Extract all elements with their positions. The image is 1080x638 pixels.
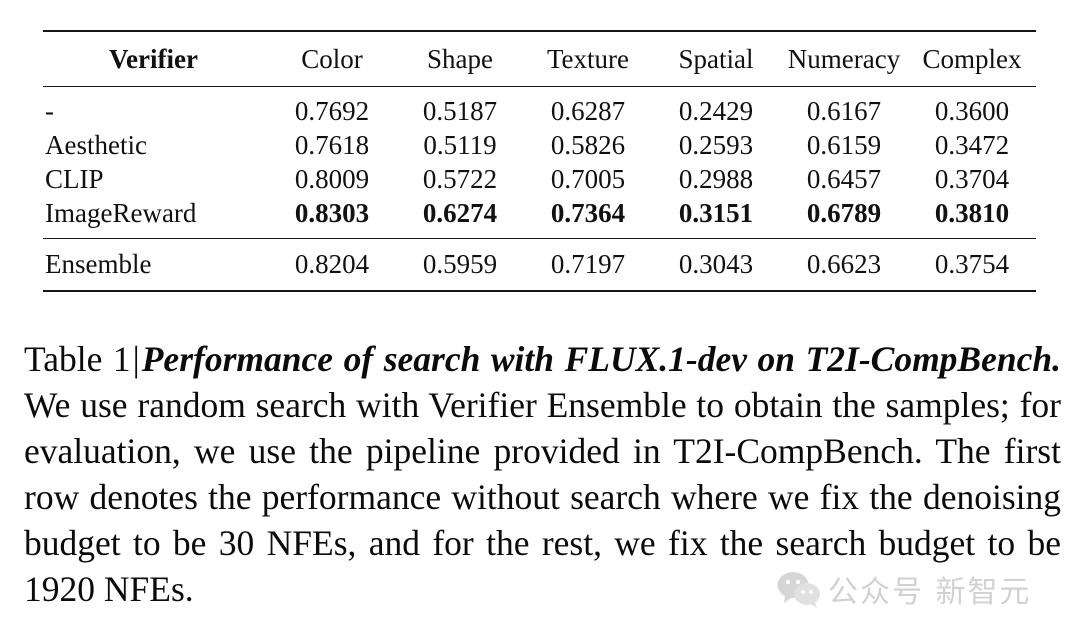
cell-texture: 0.7197 <box>550 249 626 279</box>
cell-numeracy: 0.6159 <box>806 130 882 160</box>
cell-texture: 0.5826 <box>550 130 626 160</box>
cell-color: 0.8204 <box>294 249 370 279</box>
cell-shape: 0.6274 <box>422 198 498 228</box>
cell-color: 0.8303 <box>294 198 370 228</box>
results-table: Verifier Color Shape Texture Spatial Num… <box>43 30 1036 292</box>
cell-texture: 0.6287 <box>550 96 626 126</box>
cell-verifier: - <box>45 96 54 126</box>
table-row: - 0.7692 0.5187 0.6287 0.2429 0.6167 0.3… <box>43 87 1036 129</box>
cell-complex: 0.3704 <box>934 164 1010 194</box>
cell-verifier: Aesthetic <box>45 130 147 160</box>
cell-texture: 0.7005 <box>550 164 626 194</box>
column-header-shape: Shape <box>427 44 493 74</box>
table-header-row: Verifier Color Shape Texture Spatial Num… <box>43 31 1036 87</box>
column-header-spatial: Spatial <box>678 44 754 74</box>
cell-spatial: 0.2429 <box>678 96 754 126</box>
cell-verifier: Ensemble <box>45 249 152 279</box>
cell-spatial: 0.2593 <box>678 130 754 160</box>
table-row: ImageReward 0.8303 0.6274 0.7364 0.3151 … <box>43 197 1036 239</box>
cell-color: 0.8009 <box>294 164 370 194</box>
column-header-texture: Texture <box>546 44 630 74</box>
cell-spatial: 0.3151 <box>678 198 754 228</box>
caption-body: We use random search with Verifier Ensem… <box>24 385 1061 609</box>
cell-complex: 0.3600 <box>934 96 1010 126</box>
cell-shape: 0.5187 <box>422 96 498 126</box>
cell-shape: 0.5959 <box>422 249 498 279</box>
cell-complex: 0.3754 <box>934 249 1010 279</box>
table-row: CLIP 0.8009 0.5722 0.7005 0.2988 0.6457 … <box>43 163 1036 197</box>
cell-texture: 0.7364 <box>550 198 626 228</box>
cell-color: 0.7618 <box>294 130 370 160</box>
cell-verifier: CLIP <box>45 164 104 194</box>
cell-spatial: 0.3043 <box>678 249 754 279</box>
cell-spatial: 0.2988 <box>678 164 754 194</box>
column-header-verifier: Verifier <box>109 44 198 74</box>
caption-separator: | <box>132 339 140 379</box>
column-header-complex: Complex <box>922 44 1022 74</box>
cell-complex: 0.3472 <box>934 130 1010 160</box>
table-header: Verifier Color Shape Texture Spatial Num… <box>43 31 1036 87</box>
cell-verifier: ImageReward <box>45 198 197 228</box>
cell-complex: 0.3810 <box>934 198 1010 228</box>
column-header-color: Color <box>301 44 363 74</box>
cell-color: 0.7692 <box>294 96 370 126</box>
table-caption: Table 1|Performance of search with FLUX.… <box>24 336 1061 612</box>
table-body: - 0.7692 0.5187 0.6287 0.2429 0.6167 0.3… <box>43 87 1036 291</box>
caption-title: Performance of search with FLUX.1-dev on… <box>141 339 1061 379</box>
cell-numeracy: 0.6789 <box>806 198 882 228</box>
document-page: Verifier Color Shape Texture Spatial Num… <box>0 0 1080 638</box>
cell-numeracy: 0.6167 <box>806 96 882 126</box>
table-row-ensemble: Ensemble 0.8204 0.5959 0.7197 0.3043 0.6… <box>43 238 1036 291</box>
caption-label: Table 1 <box>24 339 131 379</box>
cell-shape: 0.5119 <box>423 130 497 160</box>
column-header-numeracy: Numeracy <box>787 44 901 74</box>
table-row: Aesthetic 0.7618 0.5119 0.5826 0.2593 0.… <box>43 129 1036 163</box>
cell-shape: 0.5722 <box>422 164 498 194</box>
cell-numeracy: 0.6457 <box>806 164 882 194</box>
cell-numeracy: 0.6623 <box>806 249 882 279</box>
table-container: Verifier Color Shape Texture Spatial Num… <box>43 30 1036 292</box>
